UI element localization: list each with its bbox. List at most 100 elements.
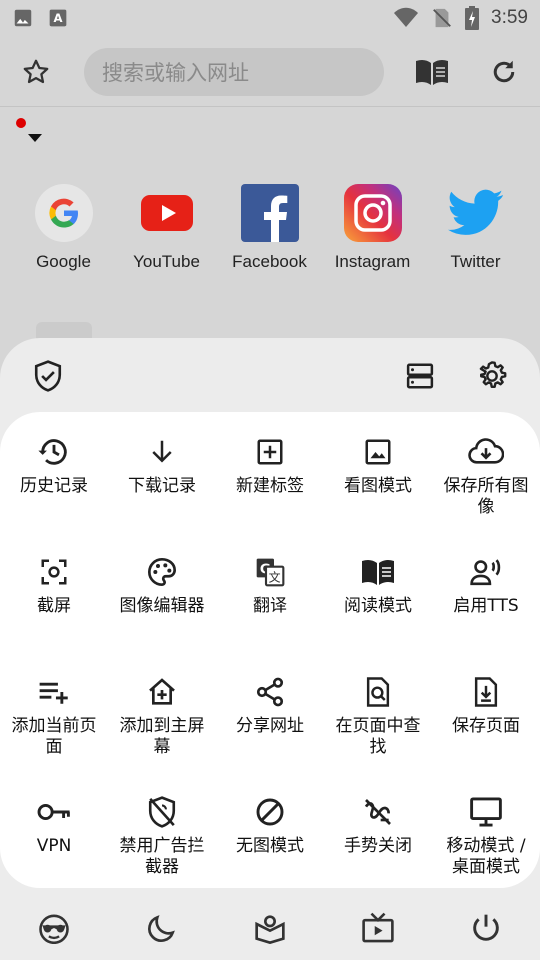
shortcut-instagram[interactable]: Instagram xyxy=(321,184,424,272)
menu-item-label: 阅读模式 xyxy=(344,596,412,616)
incognito-icon[interactable] xyxy=(34,908,74,948)
facebook-icon xyxy=(240,184,299,242)
star-icon[interactable] xyxy=(14,50,58,94)
power-icon[interactable] xyxy=(466,908,506,948)
shortcut-google[interactable]: Google xyxy=(12,184,115,272)
chevron-down-icon[interactable] xyxy=(28,134,42,142)
menu-item-disable-adblock[interactable]: 禁用广告拦截器 xyxy=(108,788,216,908)
instagram-icon xyxy=(343,184,402,242)
google-icon xyxy=(34,184,93,242)
menu-item-label: VPN xyxy=(36,836,72,856)
ad-block-off-icon xyxy=(142,792,182,832)
wifi-icon xyxy=(393,7,419,29)
menu-item-add-current-page[interactable]: 添加当前页面 xyxy=(0,668,108,788)
menu-item-label: 下载记录 xyxy=(128,476,196,496)
search-input[interactable]: 搜索或输入网址 xyxy=(84,48,384,96)
youtube-icon xyxy=(138,184,196,242)
palette-icon xyxy=(142,552,182,592)
menu-item-gesture-off[interactable]: 手势关闭 xyxy=(324,788,432,908)
menu-item-save-page[interactable]: 保存页面 xyxy=(432,668,540,788)
menu-item-image-view[interactable]: 看图模式 xyxy=(324,428,432,548)
browser-toolbar: 搜索或输入网址 xyxy=(0,40,540,104)
menu-item-label: 添加当前页面 xyxy=(11,716,97,757)
menu-item-label: 保存页面 xyxy=(452,716,520,736)
menu-item-vpn[interactable]: VPN xyxy=(0,788,108,908)
image-icon xyxy=(12,7,34,29)
menu-item-label: 手势关闭 xyxy=(344,836,412,856)
menu-item-label: 在页面中查找 xyxy=(335,716,421,757)
menu-item-find-in-page[interactable]: 在页面中查找 xyxy=(324,668,432,788)
night-mode-icon[interactable] xyxy=(142,908,182,948)
reader-mode-icon[interactable] xyxy=(410,50,454,94)
gesture-off-icon xyxy=(358,792,398,832)
shortcut-label: Facebook xyxy=(232,252,307,271)
menu-item-label: 图像编辑器 xyxy=(119,596,205,616)
shortcut-twitter[interactable]: Twitter xyxy=(424,184,527,272)
menu-item-label: 无图模式 xyxy=(236,836,304,856)
no-sim-icon xyxy=(431,7,453,29)
menu-item-reading-mode[interactable]: 阅读模式 xyxy=(324,548,432,668)
svg-text:文: 文 xyxy=(269,569,281,584)
menu-item-label: 翻译 xyxy=(253,596,287,616)
menu-item-share-url[interactable]: 分享网址 xyxy=(216,668,324,788)
storage-icon[interactable] xyxy=(400,356,440,396)
menu-panel: 历史记录 下载记录 新建标签 看图模式 保存所有图像 截屏 图像编辑器 文 翻译… xyxy=(0,412,540,888)
save-page-icon xyxy=(466,672,506,712)
translate-icon: G文 xyxy=(250,552,290,592)
menu-item-label: 截屏 xyxy=(37,596,71,616)
svg-text:A: A xyxy=(53,11,62,25)
menu-item-label: 禁用广告拦截器 xyxy=(119,836,205,877)
toolbar-divider xyxy=(0,106,540,107)
download-icon xyxy=(142,432,182,472)
shortcut-label: YouTube xyxy=(133,252,200,271)
sheet-footer xyxy=(0,904,540,954)
history-icon xyxy=(34,432,74,472)
add-home-icon xyxy=(142,672,182,712)
sheet-header xyxy=(0,338,540,412)
menu-item-label: 启用TTS xyxy=(453,596,519,616)
menu-item-label: 看图模式 xyxy=(344,476,412,496)
menu-grid: 历史记录 下载记录 新建标签 看图模式 保存所有图像 截屏 图像编辑器 文 翻译… xyxy=(0,428,540,908)
menu-item-label: 保存所有图像 xyxy=(443,476,529,517)
menu-item-translate[interactable]: G文 翻译 xyxy=(216,548,324,668)
shortcut-label: Google xyxy=(36,252,91,271)
menu-item-downloads[interactable]: 下载记录 xyxy=(108,428,216,548)
menu-item-history[interactable]: 历史记录 xyxy=(0,428,108,548)
screenshot-icon xyxy=(34,552,74,592)
menu-item-label: 新建标签 xyxy=(236,476,304,496)
menu-item-image-editor[interactable]: 图像编辑器 xyxy=(108,548,216,668)
notification-dot xyxy=(16,118,26,128)
no-image-icon xyxy=(250,792,290,832)
desktop-icon xyxy=(466,792,506,832)
settings-gear-icon[interactable] xyxy=(472,356,512,396)
shortcut-youtube[interactable]: YouTube xyxy=(115,184,218,272)
menu-item-screenshot[interactable]: 截屏 xyxy=(0,548,108,668)
book-location-icon[interactable] xyxy=(250,908,290,948)
menu-sheet: 历史记录 下载记录 新建标签 看图模式 保存所有图像 截屏 图像编辑器 文 翻译… xyxy=(0,338,540,960)
battery-charging-icon xyxy=(465,6,480,30)
a-icon: A xyxy=(48,8,68,28)
menu-item-save-all-images[interactable]: 保存所有图像 xyxy=(432,428,540,548)
shortcut-label: Twitter xyxy=(450,252,501,271)
menu-item-add-to-home[interactable]: 添加到主屏幕 xyxy=(108,668,216,788)
clock: 3:59 xyxy=(491,7,528,28)
menu-item-label: 添加到主屏幕 xyxy=(119,716,205,757)
tv-play-icon[interactable] xyxy=(358,908,398,948)
shortcut-facebook[interactable]: Facebook xyxy=(218,184,321,272)
menu-item-no-image-mode[interactable]: 无图模式 xyxy=(216,788,324,908)
menu-item-new-tab[interactable]: 新建标签 xyxy=(216,428,324,548)
vpn-key-icon xyxy=(34,792,74,832)
menu-item-label: 分享网址 xyxy=(236,716,304,736)
new-tab-icon xyxy=(250,432,290,472)
playlist-add-icon xyxy=(34,672,74,712)
reload-icon[interactable] xyxy=(482,50,526,94)
find-in-page-icon xyxy=(358,672,398,712)
shield-check-icon[interactable] xyxy=(28,356,68,396)
menu-item-tts[interactable]: 启用TTS xyxy=(432,548,540,668)
twitter-icon xyxy=(447,184,505,242)
menu-item-label: 历史记录 xyxy=(20,476,88,496)
menu-item-desktop-mode[interactable]: 移动模式 / 桌面模式 xyxy=(432,788,540,908)
image-view-icon xyxy=(358,432,398,472)
tts-icon xyxy=(466,552,506,592)
speed-dial: Google YouTube Facebook Instagram Twitte… xyxy=(0,184,540,272)
